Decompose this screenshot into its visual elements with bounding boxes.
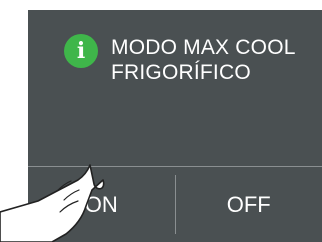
info-icon-glyph: i bbox=[76, 38, 86, 64]
message-line-1: MODO MAX COOL bbox=[111, 36, 296, 59]
off-button[interactable]: OFF bbox=[176, 167, 322, 242]
dialog-actions: ON OFF bbox=[28, 167, 322, 242]
max-cool-dialog: i MODO MAX COOL FRIGORÍFICO ON OFF bbox=[28, 10, 322, 242]
on-button[interactable]: ON bbox=[28, 167, 175, 242]
dialog-message: MODO MAX COOL FRIGORÍFICO bbox=[111, 35, 316, 85]
info-icon: i bbox=[64, 34, 98, 68]
dialog-message-area: i MODO MAX COOL FRIGORÍFICO bbox=[28, 10, 322, 165]
message-line-2: FRIGORÍFICO bbox=[111, 61, 251, 84]
